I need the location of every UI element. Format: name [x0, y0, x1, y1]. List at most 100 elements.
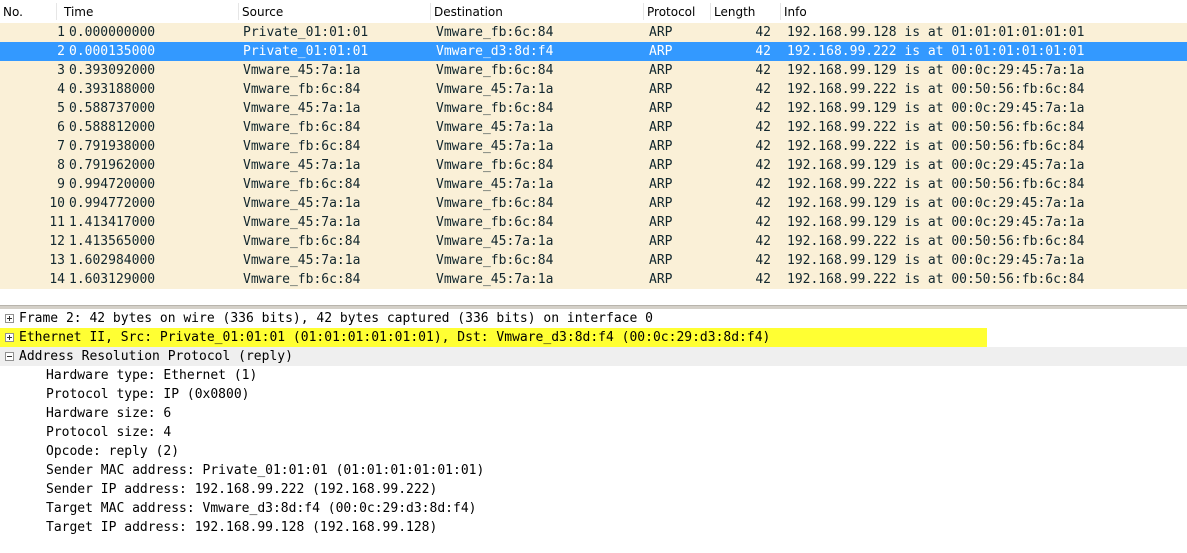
- packet-protocol: ARP: [649, 139, 673, 154]
- packet-time: 0.000135000: [69, 44, 156, 59]
- packet-length: 42: [755, 177, 771, 192]
- packet-destination: Vmware_fb:6c:84: [436, 196, 554, 211]
- packet-source: Private_01:01:01: [243, 25, 369, 40]
- collapse-minus-icon[interactable]: [5, 352, 14, 361]
- packet-time: 0.588737000: [69, 101, 156, 116]
- column-header-time[interactable]: Time: [64, 0, 93, 22]
- table-row[interactable]: 7 0.791938000 Vmware_fb:6c:84 Vmware_45:7a:…: [0, 137, 1187, 156]
- packet-destination: Vmware_45:7a:1a: [436, 139, 554, 154]
- expand-plus-icon[interactable]: [5, 314, 14, 323]
- tree-field[interactable]: Protocol type: IP (0x0800): [46, 385, 250, 404]
- packet-info: 192.168.99.129 is at 00:0c:29:45:7a:1a: [787, 253, 1085, 268]
- table-row[interactable]: 8 0.791962000 Vmware_45:7a:1a Vmware_fb:6c:…: [0, 156, 1187, 175]
- tree-field[interactable]: Sender MAC address: Private_01:01:01 (01…: [46, 461, 484, 480]
- column-header-length[interactable]: Length: [714, 0, 755, 22]
- packet-length: 42: [755, 215, 771, 230]
- tree-item-frame[interactable]: Frame 2: 42 bytes on wire (336 bits), 42…: [0, 309, 1187, 328]
- packet-source: Vmware_45:7a:1a: [243, 101, 361, 116]
- tree-field[interactable]: Target IP address: 192.168.99.128 (192.1…: [46, 518, 437, 537]
- tree-field[interactable]: Hardware type: Ethernet (1): [46, 366, 257, 385]
- tree-field[interactable]: Hardware size: 6: [46, 404, 171, 423]
- packet-info: 192.168.99.222 is at 00:50:56:fb:6c:84: [787, 272, 1085, 287]
- tree-field[interactable]: Protocol size: 4: [46, 423, 171, 442]
- column-separator[interactable]: [710, 3, 711, 20]
- packet-info: 192.168.99.129 is at 00:0c:29:45:7a:1a: [787, 63, 1085, 78]
- tree-field[interactable]: Opcode: reply (2): [46, 442, 179, 461]
- packet-length: 42: [755, 82, 771, 97]
- packet-info: 192.168.99.129 is at 00:0c:29:45:7a:1a: [787, 101, 1085, 116]
- packet-no: 7: [57, 139, 65, 154]
- tree-item-ethernet[interactable]: Ethernet II, Src: Private_01:01:01 (01:0…: [0, 328, 987, 347]
- column-separator[interactable]: [780, 3, 781, 20]
- table-row[interactable]: 11 1.413417000 Vmware_45:7a:1a Vmware_fb:6c…: [0, 213, 1187, 232]
- packet-protocol: ARP: [649, 158, 673, 173]
- table-row[interactable]: 5 0.588737000 Vmware_45:7a:1a Vmware_fb:6c:…: [0, 99, 1187, 118]
- packet-destination: Vmware_fb:6c:84: [436, 253, 554, 268]
- column-separator[interactable]: [643, 3, 644, 20]
- packet-protocol: ARP: [649, 63, 673, 78]
- packet-no: 4: [57, 82, 65, 97]
- table-row-selected[interactable]: 2 0.000135000 Private_01:01:01 Vmware_d3:8d…: [0, 42, 1187, 61]
- tree-field[interactable]: Target MAC address: Vmware_d3:8d:f4 (00:…: [46, 499, 476, 518]
- column-separator[interactable]: [56, 3, 57, 20]
- packet-time: 0.393092000: [69, 63, 156, 78]
- packet-protocol: ARP: [649, 196, 673, 211]
- packet-no: 10: [49, 196, 65, 211]
- packet-destination: Vmware_45:7a:1a: [436, 234, 554, 249]
- packet-protocol: ARP: [649, 101, 673, 116]
- column-separator[interactable]: [238, 3, 239, 20]
- packet-details-tree: Frame 2: 42 bytes on wire (336 bits), 42…: [0, 309, 1187, 553]
- table-row[interactable]: 10 0.994772000 Vmware_45:7a:1a Vmware_fb:6c…: [0, 194, 1187, 213]
- packet-info: 192.168.99.222 is at 01:01:01:01:01:01: [787, 44, 1085, 59]
- packet-list: No. Time Source Destination Protocol Len…: [0, 0, 1187, 305]
- table-row[interactable]: 14 1.603129000 Vmware_fb:6c:84 Vmware_45:7a…: [0, 270, 1187, 289]
- packet-length: 42: [755, 63, 771, 78]
- packet-length: 42: [755, 272, 771, 287]
- packet-length: 42: [755, 158, 771, 173]
- packet-length: 42: [755, 234, 771, 249]
- packet-protocol: ARP: [649, 272, 673, 287]
- table-row[interactable]: 13 1.602984000 Vmware_45:7a:1a Vmware_fb:6c…: [0, 251, 1187, 270]
- tree-item-label: Address Resolution Protocol (reply): [19, 349, 293, 364]
- packet-no: 9: [57, 177, 65, 192]
- packet-no: 5: [57, 101, 65, 116]
- packet-destination: Vmware_fb:6c:84: [436, 215, 554, 230]
- table-row[interactable]: 1 0.000000000 Private_01:01:01 Vmware_fb:6c…: [0, 23, 1187, 42]
- column-header-info[interactable]: Info: [784, 0, 807, 22]
- tree-field[interactable]: Sender IP address: 192.168.99.222 (192.1…: [46, 480, 437, 499]
- column-separator[interactable]: [430, 3, 431, 20]
- packet-info: 192.168.99.129 is at 00:0c:29:45:7a:1a: [787, 215, 1085, 230]
- packet-info: 192.168.99.222 is at 00:50:56:fb:6c:84: [787, 82, 1085, 97]
- tree-item-label: Ethernet II, Src: Private_01:01:01 (01:0…: [19, 330, 771, 345]
- packet-length: 42: [755, 139, 771, 154]
- table-row[interactable]: 12 1.413565000 Vmware_fb:6c:84 Vmware_45:7a…: [0, 232, 1187, 251]
- column-header-source[interactable]: Source: [242, 0, 283, 22]
- packet-time: 1.413417000: [69, 215, 156, 230]
- table-row[interactable]: 9 0.994720000 Vmware_fb:6c:84 Vmware_45:7a:…: [0, 175, 1187, 194]
- column-header-destination[interactable]: Destination: [434, 0, 503, 22]
- expand-plus-icon[interactable]: [5, 333, 14, 342]
- packet-destination: Vmware_fb:6c:84: [436, 63, 554, 78]
- packet-no: 11: [49, 215, 65, 230]
- table-row[interactable]: 6 0.588812000 Vmware_fb:6c:84 Vmware_45:7a:…: [0, 118, 1187, 137]
- packet-info: 192.168.99.222 is at 00:50:56:fb:6c:84: [787, 139, 1085, 154]
- packet-no: 1: [57, 25, 65, 40]
- table-row[interactable]: 3 0.393092000 Vmware_45:7a:1a Vmware_fb:6c:…: [0, 61, 1187, 80]
- packet-list-header: No. Time Source Destination Protocol Len…: [0, 0, 1187, 22]
- table-row[interactable]: 4 0.393188000 Vmware_fb:6c:84 Vmware_45:7a:…: [0, 80, 1187, 99]
- packet-destination: Vmware_fb:6c:84: [436, 101, 554, 116]
- packet-protocol: ARP: [649, 177, 673, 192]
- column-header-protocol[interactable]: Protocol: [647, 0, 695, 22]
- packet-source: Vmware_45:7a:1a: [243, 215, 361, 230]
- packet-length: 42: [755, 196, 771, 211]
- packet-length: 42: [755, 253, 771, 268]
- column-header-no[interactable]: No.: [3, 0, 23, 22]
- packet-source: Vmware_fb:6c:84: [243, 177, 361, 192]
- packet-destination: Vmware_d3:8d:f4: [436, 44, 554, 59]
- packet-length: 42: [755, 101, 771, 116]
- packet-length: 42: [755, 44, 771, 59]
- tree-item-label: Frame 2: 42 bytes on wire (336 bits), 42…: [19, 311, 653, 326]
- packet-time: 1.413565000: [69, 234, 156, 249]
- tree-item-arp[interactable]: Address Resolution Protocol (reply): [0, 347, 1187, 366]
- packet-info: 192.168.99.129 is at 00:0c:29:45:7a:1a: [787, 158, 1085, 173]
